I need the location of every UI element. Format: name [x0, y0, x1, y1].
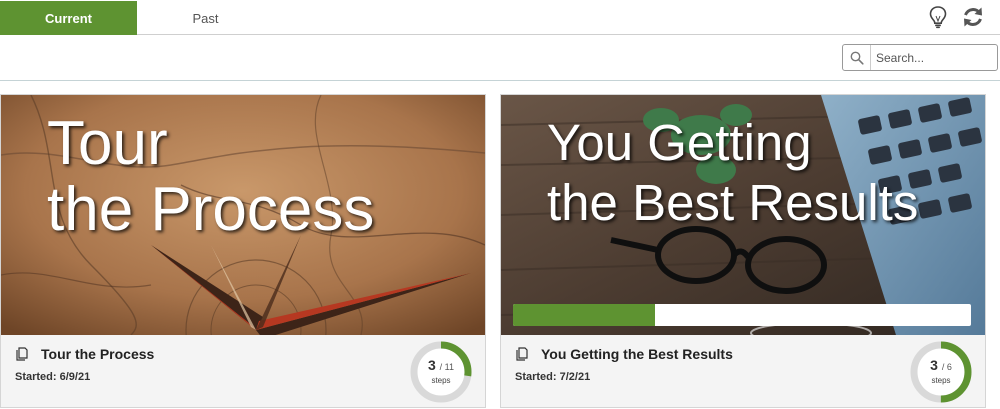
cover-progress-bar	[513, 304, 971, 326]
cover-title-line-2: the Best Results	[547, 174, 919, 231]
cover-title: Tour the Process	[47, 113, 374, 245]
cover-title-line-1: Tour	[47, 109, 168, 178]
cover-title: You Getting the Best Results	[547, 113, 918, 233]
document-icon	[15, 347, 29, 366]
card-footer: You Getting the Best Results Started: 7/…	[501, 335, 985, 407]
cover-title-line-2: the Process	[47, 175, 375, 244]
started-date: Started: 6/9/21	[15, 371, 91, 383]
card-cover-image: Tour the Process	[1, 95, 485, 335]
lightbulb-icon[interactable]	[925, 4, 951, 30]
card-title: You Getting the Best Results	[541, 346, 733, 362]
search-input[interactable]	[871, 45, 995, 70]
top-bar: Current Past	[0, 0, 1000, 35]
document-icon	[515, 347, 529, 366]
steps-label: steps	[431, 376, 451, 385]
card-title: Tour the Process	[41, 346, 155, 362]
card-footer: Tour the Process Started: 6/9/21 3 / 11 …	[1, 335, 485, 407]
card-cover-image: You Getting the Best Results	[501, 95, 985, 335]
process-card[interactable]: Tour the Process Tour the Process Starte…	[0, 94, 486, 408]
steps-progress-ring: 3 / 6 steps	[909, 340, 973, 404]
search-box	[842, 44, 998, 71]
tab-past[interactable]: Past	[137, 1, 274, 35]
refresh-icon[interactable]	[960, 4, 986, 30]
steps-progress-ring: 3 / 11 steps	[409, 340, 473, 404]
search-bar	[0, 36, 1000, 81]
cover-title-line-1: You Getting	[547, 114, 812, 171]
tab-current[interactable]: Current	[0, 1, 137, 35]
steps-count: 3 / 6	[930, 357, 952, 373]
started-date: Started: 7/2/21	[515, 371, 591, 383]
search-icon[interactable]	[843, 45, 871, 70]
cover-progress-fill	[513, 304, 655, 326]
steps-label: steps	[931, 376, 951, 385]
steps-count: 3 / 11	[427, 357, 455, 373]
process-card[interactable]: You Getting the Best Results You Getting…	[500, 94, 986, 408]
